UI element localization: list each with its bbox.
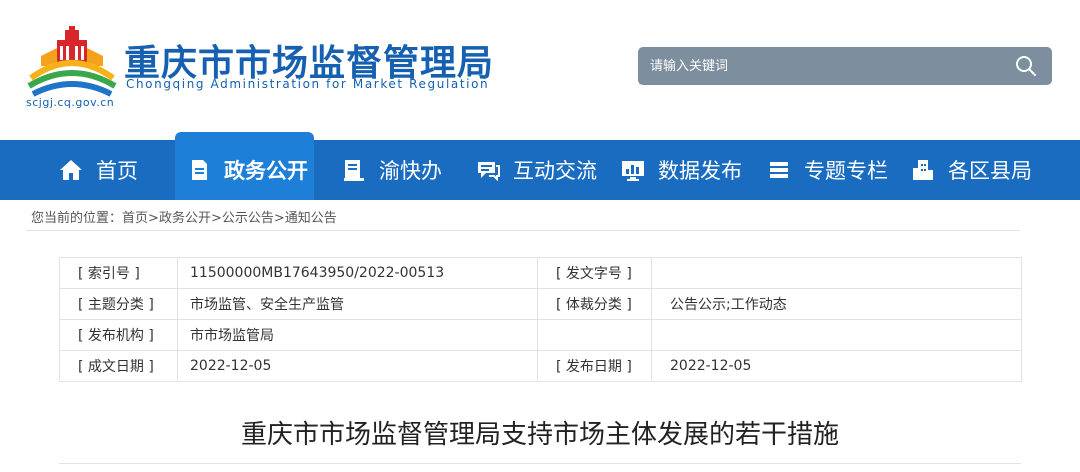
- stack-icon: [766, 157, 792, 183]
- breadcrumb-item-notices[interactable]: 通知公告: [285, 211, 337, 226]
- search-input[interactable]: [638, 47, 998, 85]
- meta-label-index: [ 索引号 ]: [59, 257, 178, 289]
- meta-label-publisher: [ 发布机构 ]: [59, 319, 178, 351]
- search-icon[interactable]: [1014, 54, 1038, 78]
- nav-item-label: 互动交流: [513, 159, 597, 183]
- nav-item-interaction[interactable]: 互动交流: [475, 140, 597, 200]
- table-row: [ 主题分类 ] 市场监管、安全生产监管 [ 体裁分类 ] 公告公示;工作动态: [59, 288, 1022, 320]
- article-title: 重庆市市场监督管理局支持市场主体发展的若干措施: [240, 420, 839, 450]
- meta-value-index: 11500000MB17643950/2022-00513: [177, 257, 538, 289]
- building-icon: [910, 157, 936, 183]
- breadcrumb-separator: >: [148, 211, 159, 226]
- nav-item-data-release[interactable]: 数据发布: [620, 140, 742, 200]
- nav-item-gov-affairs[interactable]: 政务公开: [186, 140, 308, 200]
- nav-item-districts[interactable]: 各区县局: [910, 140, 1032, 200]
- nav-item-label: 各区县局: [948, 159, 1032, 183]
- meta-value-topic: 市场监管、安全生产监管: [177, 288, 538, 320]
- document-meta-table: [ 索引号 ] 11500000MB17643950/2022-00513 [ …: [59, 257, 1022, 382]
- table-row: [ 成文日期 ] 2022-12-05 [ 发布日期 ] 2022-12-05: [59, 350, 1022, 382]
- home-icon: [58, 157, 84, 183]
- nav-item-label: 渝快办: [379, 159, 442, 183]
- meta-value-empty: [651, 319, 1022, 351]
- table-row: [ 索引号 ] 11500000MB17643950/2022-00513 [ …: [59, 257, 1022, 289]
- site-domain: scjgj.cq.gov.cn: [26, 96, 115, 109]
- meta-value-genre: 公告公示;工作动态: [651, 288, 1022, 320]
- meta-label-topic: [ 主题分类 ]: [59, 288, 178, 320]
- nav-item-label: 首页: [96, 159, 138, 183]
- breadcrumb: 您当前的位置：首页>政务公开>公示公告>通知公告: [31, 207, 337, 226]
- meta-label-publish-date: [ 发布日期 ]: [537, 350, 652, 382]
- site-subtitle: Chongqing Administration for Market Regu…: [126, 77, 490, 91]
- nav-item-label: 专题专栏: [804, 159, 888, 183]
- meta-label-doc-number: [ 发文字号 ]: [537, 257, 652, 289]
- search-box: [638, 47, 1052, 85]
- meta-value-publisher: 市市场监管局: [177, 319, 538, 351]
- chat-icon: [475, 157, 501, 183]
- breadcrumb-item-announcements[interactable]: 公示公告: [222, 211, 274, 226]
- meta-label-genre: [ 体裁分类 ]: [537, 288, 652, 320]
- nav-item-label: 政务公开: [224, 159, 308, 183]
- breadcrumb-item-home[interactable]: 首页: [122, 211, 148, 226]
- book-icon: [341, 157, 367, 183]
- meta-value-doc-number: [651, 257, 1022, 289]
- site-header: 重庆市市场监督管理局 Chongqing Administration for …: [0, 0, 1080, 140]
- breadcrumb-separator: >: [210, 211, 222, 226]
- meta-value-publish-date: 2022-12-05: [651, 350, 1022, 382]
- document-icon: [186, 157, 212, 183]
- nav-item-home[interactable]: 首页: [58, 140, 138, 200]
- meta-value-created-date: 2022-12-05: [177, 350, 538, 382]
- nav-item-yukuaiban[interactable]: 渝快办: [341, 140, 442, 200]
- meta-label-empty: [537, 319, 652, 351]
- logo-icon[interactable]: [27, 26, 117, 98]
- breadcrumb-item-gov-affairs[interactable]: 政务公开: [159, 211, 211, 226]
- breadcrumb-divider: [26, 230, 1020, 231]
- nav-item-label: 数据发布: [658, 159, 742, 183]
- breadcrumb-separator: >: [273, 211, 285, 226]
- chart-monitor-icon: [620, 157, 646, 183]
- breadcrumb-prefix: 您当前的位置：: [31, 211, 123, 226]
- table-row: [ 发布机构 ] 市市场监管局: [59, 319, 1022, 351]
- title-divider: [59, 463, 1021, 464]
- nav-item-special-topics[interactable]: 专题专栏: [766, 140, 888, 200]
- meta-label-created-date: [ 成文日期 ]: [59, 350, 178, 382]
